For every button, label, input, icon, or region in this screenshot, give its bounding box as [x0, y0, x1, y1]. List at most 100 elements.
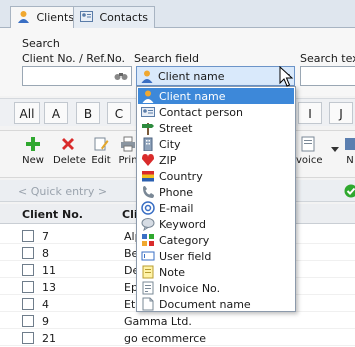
option-label: Category	[159, 234, 210, 247]
new-icon	[345, 138, 355, 150]
row-checkbox[interactable]	[22, 230, 34, 242]
alpha-i-button[interactable]: I	[298, 102, 322, 124]
option-contact-person[interactable]: Contact person	[138, 104, 294, 120]
invoice-button[interactable]: voice	[296, 136, 323, 166]
option-document-name[interactable]: Document name	[138, 296, 294, 312]
option-label: Keyword	[159, 218, 206, 231]
option-category[interactable]: Category	[138, 232, 294, 248]
row-checkbox[interactable]	[22, 332, 34, 344]
delete-x-icon	[62, 138, 74, 150]
person-icon	[141, 70, 153, 83]
tab-contacts-label: Contacts	[99, 11, 149, 24]
edit-label: Edit	[91, 155, 111, 166]
search-field-label: Search field	[134, 52, 200, 65]
client-name-cell: Gamma Ltd.	[124, 315, 192, 328]
plus-icon	[26, 137, 40, 151]
invoice-icon	[301, 136, 315, 152]
client-no-cell: 13	[42, 281, 56, 294]
mouse-cursor-icon	[279, 66, 294, 87]
option-label: User field	[159, 250, 212, 263]
new-label: New	[22, 155, 44, 166]
row-checkbox[interactable]	[22, 264, 34, 276]
delete-button[interactable]: Delete	[53, 136, 86, 166]
option-note[interactable]: Note	[138, 264, 294, 280]
edit-icon	[94, 137, 109, 151]
column-client-no[interactable]: Client No.	[22, 208, 83, 221]
keyword-icon	[141, 218, 155, 231]
option-client-name[interactable]: Client name	[138, 88, 294, 104]
option-phone[interactable]: Phone	[138, 184, 294, 200]
alpha-all-button[interactable]: All	[14, 102, 40, 124]
option-label: Note	[159, 266, 186, 279]
search-field-dropdown: Client name Contact person Street City Z…	[136, 86, 296, 312]
table-row[interactable]: 21 go ecommerce	[0, 330, 355, 346]
building-icon	[143, 137, 153, 151]
phone-icon	[143, 186, 154, 198]
row-checkbox[interactable]	[22, 298, 34, 310]
option-label: Invoice No.	[159, 282, 221, 295]
print-label: Prin	[118, 155, 138, 166]
alpha-j-button[interactable]: J	[329, 102, 353, 124]
table-row[interactable]: 9 Gamma Ltd.	[0, 313, 355, 329]
contacts-icon	[80, 11, 93, 22]
option-label: ZIP	[159, 154, 177, 167]
tab-clients-label: Clients	[36, 11, 75, 24]
alpha-a-button[interactable]: A	[44, 102, 68, 124]
option-city[interactable]: City	[138, 136, 294, 152]
option-label: City	[159, 138, 181, 151]
option-keyword[interactable]: Keyword	[138, 216, 294, 232]
client-no-cell: 7	[42, 230, 49, 243]
tab-bar: Clients Contacts	[0, 0, 355, 29]
next-button[interactable]: N	[343, 136, 355, 166]
row-checkbox[interactable]	[22, 281, 34, 293]
delete-label: Delete	[53, 155, 86, 166]
next-label: N	[346, 155, 354, 166]
zip-icon	[142, 154, 154, 166]
option-label: Street	[159, 122, 193, 135]
alpha-c-button[interactable]: C	[107, 102, 131, 124]
client-no-cell: 11	[42, 264, 56, 277]
option-user-field[interactable]: User field	[138, 248, 294, 264]
binoculars-icon[interactable]	[114, 70, 128, 82]
option-country[interactable]: Country	[138, 168, 294, 184]
option-email[interactable]: E-mail	[138, 200, 294, 216]
document-icon	[142, 297, 154, 311]
category-icon	[142, 234, 154, 246]
tab-clients[interactable]: Clients	[10, 6, 82, 29]
row-checkbox[interactable]	[22, 247, 34, 259]
person-icon	[142, 90, 154, 103]
search-text-input[interactable]	[300, 66, 355, 86]
quick-entry-placeholder: < Quick entry >	[18, 185, 108, 198]
option-label: Client name	[159, 90, 226, 103]
option-label: E-mail	[159, 202, 194, 215]
row-checkbox[interactable]	[22, 315, 34, 327]
search-title: Search	[22, 37, 60, 50]
tab-contacts[interactable]: Contacts	[73, 6, 156, 28]
search-text-label: Search text	[300, 52, 355, 65]
chevron-down-icon[interactable]	[331, 147, 339, 152]
invoice-label: voice	[296, 155, 323, 166]
option-label: Document name	[159, 298, 251, 311]
option-label: Contact person	[159, 106, 243, 119]
client-no-cell: 4	[42, 298, 49, 311]
contact-card-icon	[141, 107, 155, 117]
option-zip[interactable]: ZIP	[138, 152, 294, 168]
new-button[interactable]: New	[20, 136, 46, 166]
person-icon	[18, 11, 29, 23]
note-icon	[142, 265, 154, 279]
printer-icon	[121, 136, 135, 152]
alpha-b-button[interactable]: B	[76, 102, 100, 124]
flag-icon	[142, 171, 154, 182]
client-no-cell: 8	[42, 247, 49, 260]
search-field-value: Client name	[158, 70, 225, 83]
check-circle-icon[interactable]	[344, 184, 355, 198]
search-field-select[interactable]: Client name	[136, 66, 295, 86]
option-label: Country	[159, 170, 203, 183]
at-icon	[141, 201, 155, 215]
option-street[interactable]: Street	[138, 120, 294, 136]
option-invoice-no[interactable]: Invoice No.	[138, 280, 294, 296]
client-no-input[interactable]	[22, 66, 132, 86]
print-button[interactable]: Prin	[118, 136, 138, 166]
client-no-cell: 21	[42, 332, 56, 345]
edit-button[interactable]: Edit	[90, 136, 112, 166]
